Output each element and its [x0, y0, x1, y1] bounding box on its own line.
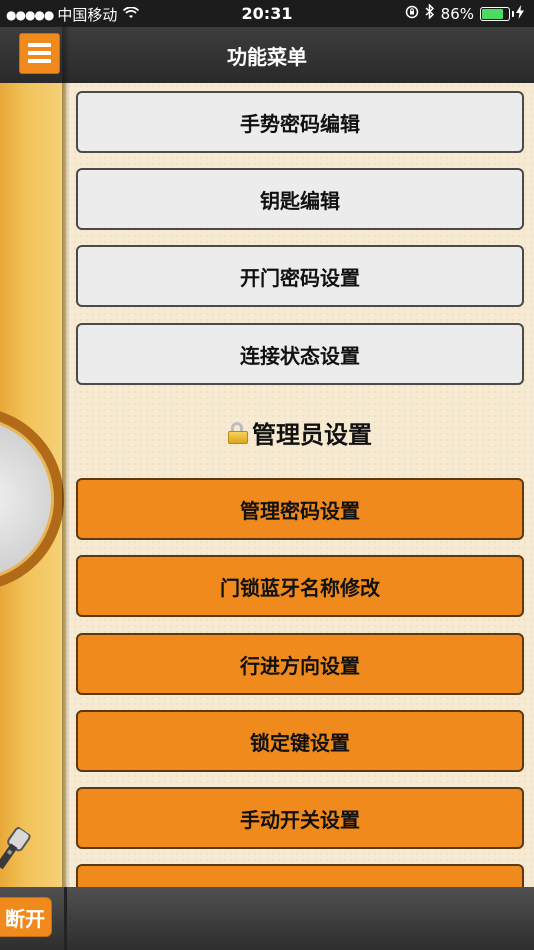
direction-settings-button[interactable]: 行进方向设置: [76, 633, 524, 695]
bottom-divider: [64, 887, 67, 950]
battery-fill: [482, 8, 503, 19]
unlock-icon: [228, 421, 248, 444]
panel-shadow: [62, 27, 70, 887]
status-right: 86%: [405, 3, 524, 23]
bottom-bar: 断开: [0, 887, 534, 950]
screen: ●●●●● 中国移动 20:31 86% 功能菜单 手势密码编辑 钥匙编辑 开门…: [0, 0, 534, 950]
connection-status-settings-button[interactable]: 连接状态设置: [76, 323, 524, 385]
battery-percent: 86%: [440, 4, 474, 23]
admin-password-settings-button[interactable]: 管理密码设置: [76, 478, 524, 540]
charging-icon: [516, 4, 524, 23]
manual-switch-settings-button[interactable]: 手动开关设置: [76, 787, 524, 849]
battery-icon: [480, 6, 514, 21]
rotation-lock-icon: [405, 5, 419, 23]
function-menu: 手势密码编辑 钥匙编辑 开门密码设置 连接状态设置 管理员设置 管理密码设置 门…: [66, 83, 534, 887]
menu-button-partial[interactable]: [76, 864, 524, 887]
lock-dial-icon: [0, 407, 64, 591]
background-lock-panel: [0, 27, 66, 887]
key-edit-button[interactable]: 钥匙编辑: [76, 168, 524, 230]
admin-section-label: 管理员设置: [252, 421, 372, 449]
admin-section-title: 管理员设置: [66, 415, 534, 450]
bluetooth-icon: [425, 3, 435, 23]
hamburger-menu-icon[interactable]: [19, 33, 60, 74]
status-bar: ●●●●● 中国移动 20:31 86%: [0, 0, 534, 27]
bluetooth-name-edit-button[interactable]: 门锁蓝牙名称修改: [76, 555, 524, 617]
lock-key-settings-button[interactable]: 锁定键设置: [76, 710, 524, 772]
header: 功能菜单: [0, 27, 534, 83]
page-title: 功能菜单: [227, 45, 307, 69]
gesture-password-edit-button[interactable]: 手势密码编辑: [76, 91, 524, 153]
key-icon: [0, 821, 39, 878]
door-password-settings-button[interactable]: 开门密码设置: [76, 245, 524, 307]
disconnect-button[interactable]: 断开: [0, 897, 52, 937]
